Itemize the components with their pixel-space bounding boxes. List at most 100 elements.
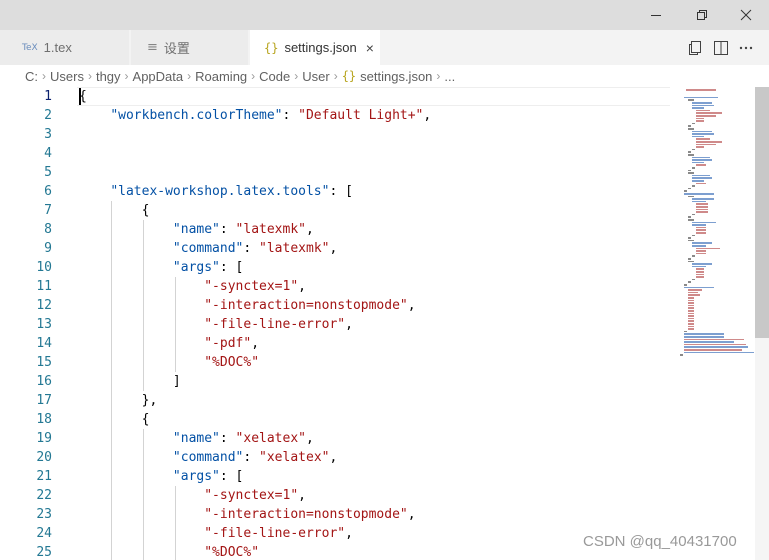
minimap-line (692, 122, 695, 125)
minimap-line (688, 151, 691, 153)
code-line[interactable]: 17 }, (0, 391, 755, 410)
breadcrumb-item[interactable]: Roaming (195, 69, 247, 84)
code-line[interactable]: 2 "workbench.colorTheme": "Default Light… (0, 106, 755, 125)
line-number: 7 (44, 203, 52, 218)
line-number: 8 (44, 222, 52, 237)
minimap-line (696, 268, 704, 270)
minimap-line (688, 320, 694, 322)
code-text[interactable]: "%DOC%" (79, 543, 259, 560)
line-number: 9 (44, 241, 52, 256)
minimap-line (692, 174, 710, 177)
breadcrumb-item[interactable]: AppData (133, 69, 184, 84)
code-line[interactable]: 19 "name": "xelatex", (0, 429, 755, 448)
minimap-line (696, 271, 704, 273)
tab-bar: TeX 1.tex ≡ 设置 {} settings.json × (0, 30, 769, 65)
code-line[interactable]: 10 "args": [ (0, 258, 755, 277)
line-number: 1 (44, 89, 52, 104)
code-text[interactable]: "name": "latexmk", (79, 220, 314, 239)
code-line[interactable]: 11 "-synctex=1", (0, 277, 755, 296)
tab-close-icon[interactable]: × (366, 40, 374, 56)
minimap-line (688, 289, 702, 291)
line-number: 16 (36, 374, 52, 389)
more-actions-icon[interactable] (737, 39, 755, 57)
code-line[interactable]: 3 (0, 125, 755, 144)
breadcrumb-item[interactable]: User (302, 69, 329, 84)
minimap-line (688, 216, 691, 218)
code-line[interactable]: 13 "-file-line-error", (0, 315, 755, 334)
line-number: 14 (36, 336, 52, 351)
code-text[interactable]: "args": [ (79, 467, 243, 486)
minimap-line (692, 104, 714, 107)
code-line[interactable]: 14 "-pdf", (0, 334, 755, 353)
breadcrumb-item[interactable]: Code (259, 69, 290, 84)
breadcrumb-item[interactable]: C: (25, 69, 38, 84)
breadcrumb-file[interactable]: settings.json (360, 69, 432, 84)
minimap-line (696, 203, 708, 205)
minimap-line (696, 226, 706, 229)
code-text[interactable]: "-synctex=1", (79, 486, 306, 505)
tab-settings-ui[interactable]: ≡ 设置 (131, 30, 249, 65)
minimap-line (688, 297, 694, 299)
minimap-line (688, 128, 694, 130)
code-text[interactable]: "-interaction=nonstopmode", (79, 505, 415, 524)
vertical-scrollbar-thumb[interactable] (755, 87, 769, 338)
breadcrumb-ellipsis[interactable]: ... (444, 69, 455, 84)
code-text[interactable]: "name": "xelatex", (79, 429, 314, 448)
code-editor[interactable]: 1{2 "workbench.colorTheme": "Default Lig… (0, 87, 769, 560)
code-text[interactable]: "args": [ (79, 258, 243, 277)
breadcrumb-item[interactable]: Users (50, 69, 84, 84)
minimap-line (696, 164, 706, 166)
code-line[interactable]: 9 "command": "latexmk", (0, 239, 755, 258)
minimap[interactable] (672, 87, 755, 560)
minimap-line (692, 135, 704, 138)
minimize-icon[interactable] (633, 0, 679, 30)
code-text[interactable]: "-file-line-error", (79, 524, 353, 543)
code-text[interactable]: "command": "xelatex", (79, 448, 337, 467)
code-line[interactable]: 23 "-interaction=nonstopmode", (0, 505, 755, 524)
restore-icon[interactable] (679, 0, 725, 30)
tab-1-tex[interactable]: TeX 1.tex (0, 30, 130, 65)
minimap-line (692, 213, 695, 216)
code-line[interactable]: 15 "%DOC%" (0, 353, 755, 372)
minimap-line (688, 312, 694, 315)
minimap-line (692, 130, 712, 133)
open-preview-icon[interactable] (686, 39, 704, 57)
minimap-line (692, 156, 710, 159)
minimap-line (692, 177, 712, 179)
breadcrumb-item[interactable]: thgy (96, 69, 121, 84)
code-text[interactable]: }, (79, 391, 158, 410)
code-line[interactable]: 16 ] (0, 372, 755, 391)
line-number: 17 (36, 393, 52, 408)
code-text[interactable]: "%DOC%" (79, 353, 259, 372)
code-text[interactable]: "-file-line-error", (79, 315, 353, 334)
code-line[interactable]: 4 (0, 144, 755, 163)
minimap-line (696, 273, 704, 276)
code-line[interactable]: 12 "-interaction=nonstopmode", (0, 296, 755, 315)
split-editor-icon[interactable] (712, 39, 730, 57)
code-text[interactable]: "command": "latexmk", (79, 239, 337, 258)
close-icon[interactable] (723, 0, 769, 30)
code-text[interactable]: { (79, 201, 150, 220)
code-line[interactable]: 21 "args": [ (0, 467, 755, 486)
code-text[interactable]: "latex-workshop.latex.tools": [ (79, 182, 353, 201)
minimap-line (684, 193, 714, 195)
code-line[interactable]: 5 (0, 163, 755, 182)
code-text[interactable]: "-pdf", (79, 334, 259, 353)
code-text[interactable]: "-synctex=1", (79, 277, 306, 296)
code-text[interactable]: "workbench.colorTheme": "Default Light+"… (79, 106, 431, 125)
code-text[interactable]: { (79, 410, 150, 429)
code-line[interactable]: 20 "command": "xelatex", (0, 448, 755, 467)
minimap-line (692, 278, 695, 281)
code-line[interactable]: 7 { (0, 201, 755, 220)
code-line[interactable]: 1{ (0, 87, 755, 106)
code-line[interactable]: 18 { (0, 410, 755, 429)
code-text[interactable]: ] (79, 372, 181, 391)
line-number: 12 (36, 298, 52, 313)
code-text[interactable]: "-interaction=nonstopmode", (79, 296, 415, 315)
minimap-line (684, 330, 687, 333)
code-line[interactable]: 22 "-synctex=1", (0, 486, 755, 505)
minimap-line (688, 304, 694, 307)
code-line[interactable]: 8 "name": "latexmk", (0, 220, 755, 239)
tab-settings-json[interactable]: {} settings.json × (250, 30, 381, 65)
code-line[interactable]: 6 "latex-workshop.latex.tools": [ (0, 182, 755, 201)
